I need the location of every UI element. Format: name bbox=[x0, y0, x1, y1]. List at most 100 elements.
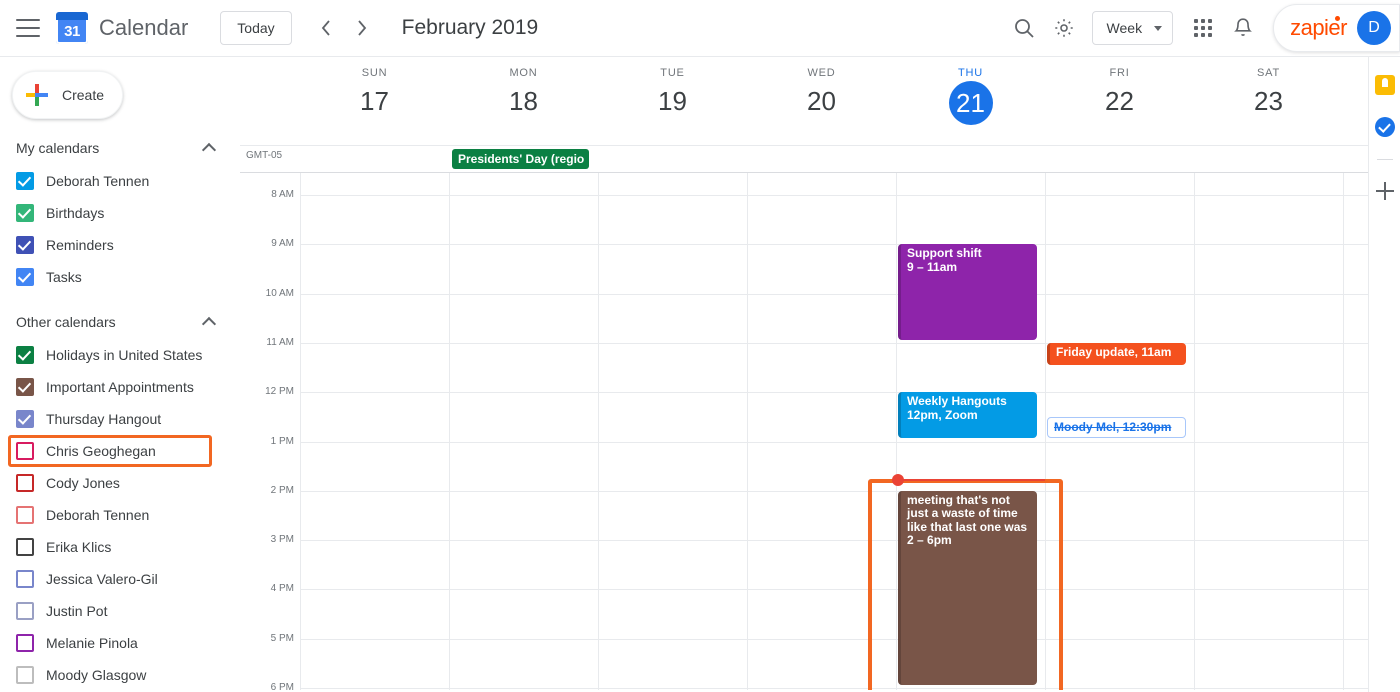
calendar-checkbox[interactable] bbox=[16, 236, 34, 254]
calendar-list-item[interactable]: Chris Geoghegan bbox=[0, 435, 240, 467]
calendar-list-item[interactable]: Erika Klics bbox=[0, 531, 240, 563]
account-chip[interactable]: zapier D bbox=[1273, 4, 1400, 52]
calendar-checkbox[interactable] bbox=[16, 474, 34, 492]
hour-label: 11 AM bbox=[266, 336, 294, 348]
day-of-week-label: THU bbox=[957, 67, 983, 79]
calendar-event[interactable]: Support shift 9 – 11am bbox=[898, 244, 1037, 340]
time-grid: 8 AM 9 AM 10 AM 11 AM 12 PM 1 PM 2 PM 3 PM 4 PM 5… bbox=[240, 173, 1368, 690]
app-title: Calendar bbox=[99, 15, 189, 40]
day-number[interactable]: 23 bbox=[1194, 83, 1343, 119]
top-app-bar: 31 Calendar Today February 2019 Week zap… bbox=[0, 0, 1400, 57]
day-header[interactable]: SUN 17 bbox=[300, 67, 449, 119]
all-day-row: GMT-05 Presidents' Day (regio bbox=[240, 145, 1368, 173]
day-header[interactable]: FRI 22 bbox=[1045, 67, 1194, 119]
calendar-checkbox[interactable] bbox=[16, 634, 34, 652]
calendar-checkbox[interactable] bbox=[16, 410, 34, 428]
hour-label: 3 PM bbox=[270, 534, 294, 546]
calendar-checkbox[interactable] bbox=[16, 172, 34, 190]
calendar-item-label: Deborah Tennen bbox=[46, 507, 150, 523]
gear-icon[interactable] bbox=[1044, 8, 1084, 48]
calendar-item-label: Tasks bbox=[46, 269, 82, 285]
calendar-checkbox[interactable] bbox=[16, 570, 34, 588]
calendar-list-item[interactable]: Deborah Tennen bbox=[0, 165, 240, 197]
my-calendars-list: Deborah Tennen Birthdays Reminders Tasks bbox=[0, 165, 240, 293]
calendar-checkbox[interactable] bbox=[16, 378, 34, 396]
calendar-checkbox[interactable] bbox=[16, 506, 34, 524]
calendar-checkbox[interactable] bbox=[16, 442, 34, 460]
calendar-event[interactable]: Moody Mel, 12:30pm bbox=[1047, 416, 1186, 439]
previous-period-icon[interactable] bbox=[308, 10, 344, 46]
calendar-checkbox[interactable] bbox=[16, 268, 34, 286]
day-number[interactable]: 17 bbox=[300, 83, 449, 119]
event-title: Friday update, 11am bbox=[1056, 344, 1172, 359]
hamburger-menu-icon[interactable] bbox=[16, 19, 40, 37]
calendar-list-item[interactable]: Melanie Pinola bbox=[0, 627, 240, 659]
hour-label: 12 PM bbox=[265, 386, 294, 398]
hour-gridline bbox=[300, 490, 1368, 492]
calendar-event[interactable]: meeting that's not just a waste of time … bbox=[898, 490, 1037, 685]
calendar-event[interactable]: Friday update, 11am bbox=[1047, 342, 1186, 365]
apps-grid-icon[interactable] bbox=[1183, 8, 1223, 48]
chevron-up-icon bbox=[201, 316, 217, 332]
calendar-list-item[interactable]: Birthdays bbox=[0, 197, 240, 229]
calendar-list-item[interactable]: Important Appointments bbox=[0, 371, 240, 403]
view-select[interactable]: Week bbox=[1091, 11, 1174, 45]
day-column-divider bbox=[1194, 173, 1195, 690]
calendar-list-item[interactable]: Holidays in United States bbox=[0, 339, 240, 371]
today-button[interactable]: Today bbox=[220, 11, 292, 45]
avatar[interactable]: D bbox=[1357, 11, 1391, 45]
hour-label: 1 PM bbox=[270, 435, 294, 447]
rail-divider bbox=[1376, 159, 1393, 160]
all-day-event[interactable]: Presidents' Day (regio bbox=[452, 149, 589, 169]
bell-icon[interactable] bbox=[1223, 8, 1263, 48]
event-title: meeting that's not just a waste of time … bbox=[907, 492, 1028, 534]
left-sidebar: Create My calendars Deborah Tennen Birthd… bbox=[0, 57, 240, 692]
calendar-list-item[interactable]: Cody Jones bbox=[0, 467, 240, 499]
calendar-item-label: Chris Geoghegan bbox=[46, 443, 156, 459]
day-number[interactable]: 18 bbox=[449, 83, 598, 119]
day-number[interactable]: 19 bbox=[598, 83, 747, 119]
calendar-logo-icon[interactable]: 31 bbox=[54, 10, 90, 46]
calendar-item-label: Deborah Tennen bbox=[46, 173, 150, 189]
calendar-checkbox[interactable] bbox=[16, 346, 34, 364]
calendar-list-item[interactable]: Thursday Hangout bbox=[0, 403, 240, 435]
calendar-item-label: Holidays in United States bbox=[46, 347, 203, 363]
event-title: Moody Mel, 12:30pm bbox=[1054, 419, 1172, 434]
calendar-checkbox[interactable] bbox=[16, 602, 34, 620]
calendar-list-item[interactable]: Moody Glasgow bbox=[0, 659, 240, 691]
calendar-list-item[interactable]: Jessica Valero-Gil bbox=[0, 563, 240, 595]
calendar-checkbox[interactable] bbox=[16, 204, 34, 222]
calendar-checkbox[interactable] bbox=[16, 538, 34, 556]
event-title: Support shift bbox=[907, 246, 982, 261]
calendar-list-item[interactable]: Tasks bbox=[0, 261, 240, 293]
calendar-item-label: Erika Klics bbox=[46, 539, 112, 555]
calendar-item-label: Justin Pot bbox=[46, 603, 108, 619]
right-side-panel bbox=[1368, 57, 1400, 692]
hour-gridline bbox=[300, 540, 1368, 542]
calendar-list-item[interactable]: Justin Pot bbox=[0, 595, 240, 627]
calendar-grid-area: SUN 17 MON 18 TUE 19 WED 20 THU 21 FRI 22 SAT 23 GMT-… bbox=[240, 57, 1368, 692]
calendar-item-label: Thursday Hangout bbox=[46, 411, 162, 427]
day-header[interactable]: SAT 23 bbox=[1194, 67, 1343, 119]
day-number[interactable]: 22 bbox=[1045, 83, 1194, 119]
calendar-list-item[interactable]: Reminders bbox=[0, 229, 240, 261]
hour-gridline bbox=[300, 441, 1368, 443]
my-calendars-header[interactable]: My calendars bbox=[0, 131, 240, 165]
other-calendars-header[interactable]: Other calendars bbox=[0, 305, 240, 339]
calendar-list-item[interactable]: Deborah Tennen bbox=[0, 499, 240, 531]
add-addon-icon[interactable] bbox=[1375, 182, 1394, 200]
keep-icon[interactable] bbox=[1374, 75, 1395, 95]
day-number[interactable]: 21 bbox=[948, 81, 993, 125]
calendar-event[interactable]: Weekly Hangouts 12pm, Zoom bbox=[898, 392, 1037, 439]
day-header[interactable]: THU 21 bbox=[896, 67, 1045, 125]
calendar-checkbox[interactable] bbox=[16, 666, 34, 684]
search-icon[interactable] bbox=[1004, 8, 1044, 48]
day-header[interactable]: WED 20 bbox=[747, 67, 896, 119]
day-number[interactable]: 20 bbox=[747, 83, 896, 119]
create-button[interactable]: Create bbox=[12, 71, 123, 119]
create-button-label: Create bbox=[62, 87, 105, 103]
day-header[interactable]: TUE 19 bbox=[598, 67, 747, 119]
tasks-icon[interactable] bbox=[1374, 117, 1395, 137]
day-header[interactable]: MON 18 bbox=[449, 67, 598, 119]
next-period-icon[interactable] bbox=[344, 10, 380, 46]
